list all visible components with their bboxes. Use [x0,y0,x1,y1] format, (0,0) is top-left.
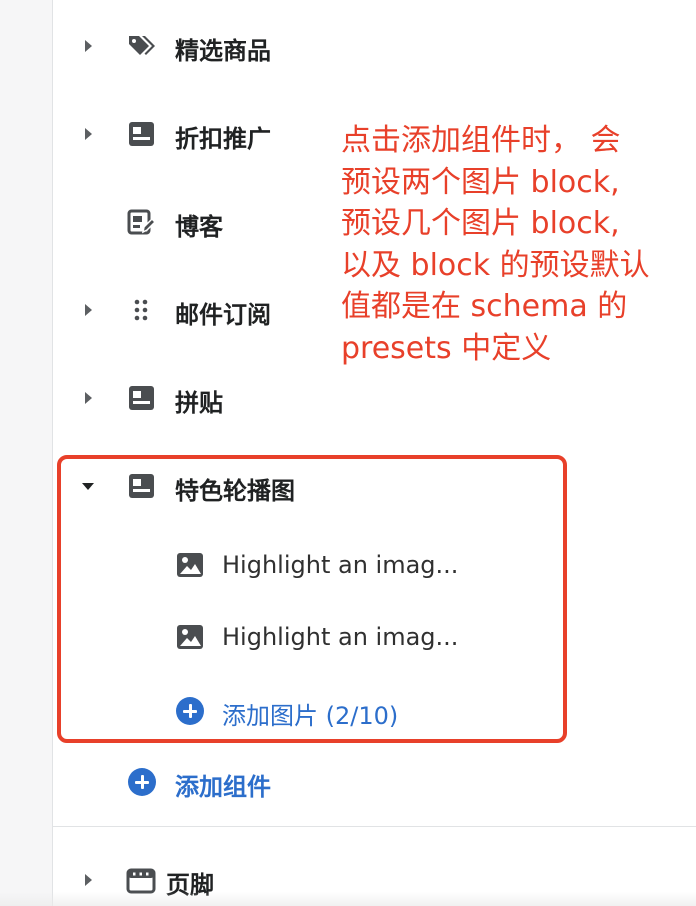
section-item-featured-products[interactable]: 精选商品 [0,24,696,68]
expand-caret-icon[interactable] [85,40,92,52]
footer-layout-icon [126,866,156,894]
plus-circle-icon [176,697,204,725]
image-icon [175,622,205,652]
collapse-caret-icon[interactable] [82,483,94,490]
image-icon [175,550,205,580]
annotation-line: 以及 block 的预设默认 [341,247,650,283]
section-label: 特色轮播图 [175,477,295,505]
add-block-label: 添加图片 (2/10) [222,702,399,730]
block-item-image[interactable]: Highlight an imag... [0,544,696,588]
add-section-label: 添加组件 [175,773,271,801]
section-label: 拼贴 [175,389,223,417]
add-block-button[interactable]: 添加图片 (2/10) [0,689,696,733]
section-label: 精选商品 [175,37,271,65]
annotation-line: presets 中定义 [341,330,552,366]
annotation-line: 值都是在 schema 的 [341,289,628,324]
section-item-collage[interactable]: 拼贴 [0,376,696,420]
section-layout-icon [126,120,156,148]
blog-edit-icon [126,208,157,236]
plus-circle-icon [128,768,156,796]
section-item-carousel[interactable]: 特色轮播图 [0,464,696,508]
add-section-button[interactable]: 添加组件 [0,760,696,804]
section-layout-icon [126,472,156,500]
expand-caret-icon[interactable] [85,304,92,316]
annotation-line: 预设两个图片 block, [341,164,620,200]
block-label: Highlight an imag... [222,551,459,579]
bottom-shadow [0,892,696,906]
annotation-note: 点击添加组件时， 会 预设两个图片 block, 预设几个图片 block, 以… [341,120,696,369]
expand-caret-icon[interactable] [85,874,92,886]
section-label: 折扣推广 [175,125,271,153]
tag-icon [126,32,156,60]
section-layout-icon [126,384,156,412]
expand-caret-icon[interactable] [85,128,92,140]
annotation-line: 预设几个图片 block, [341,206,620,241]
block-label: Highlight an imag... [222,623,459,651]
divider [52,826,696,827]
section-label: 邮件订阅 [175,301,271,329]
annotation-line: 点击添加组件时， 会 [341,123,621,158]
section-label: 博客 [175,213,223,241]
expand-caret-icon[interactable] [85,392,92,404]
block-item-image[interactable]: Highlight an imag... [0,616,696,660]
drag-handle-icon[interactable] [126,296,156,324]
